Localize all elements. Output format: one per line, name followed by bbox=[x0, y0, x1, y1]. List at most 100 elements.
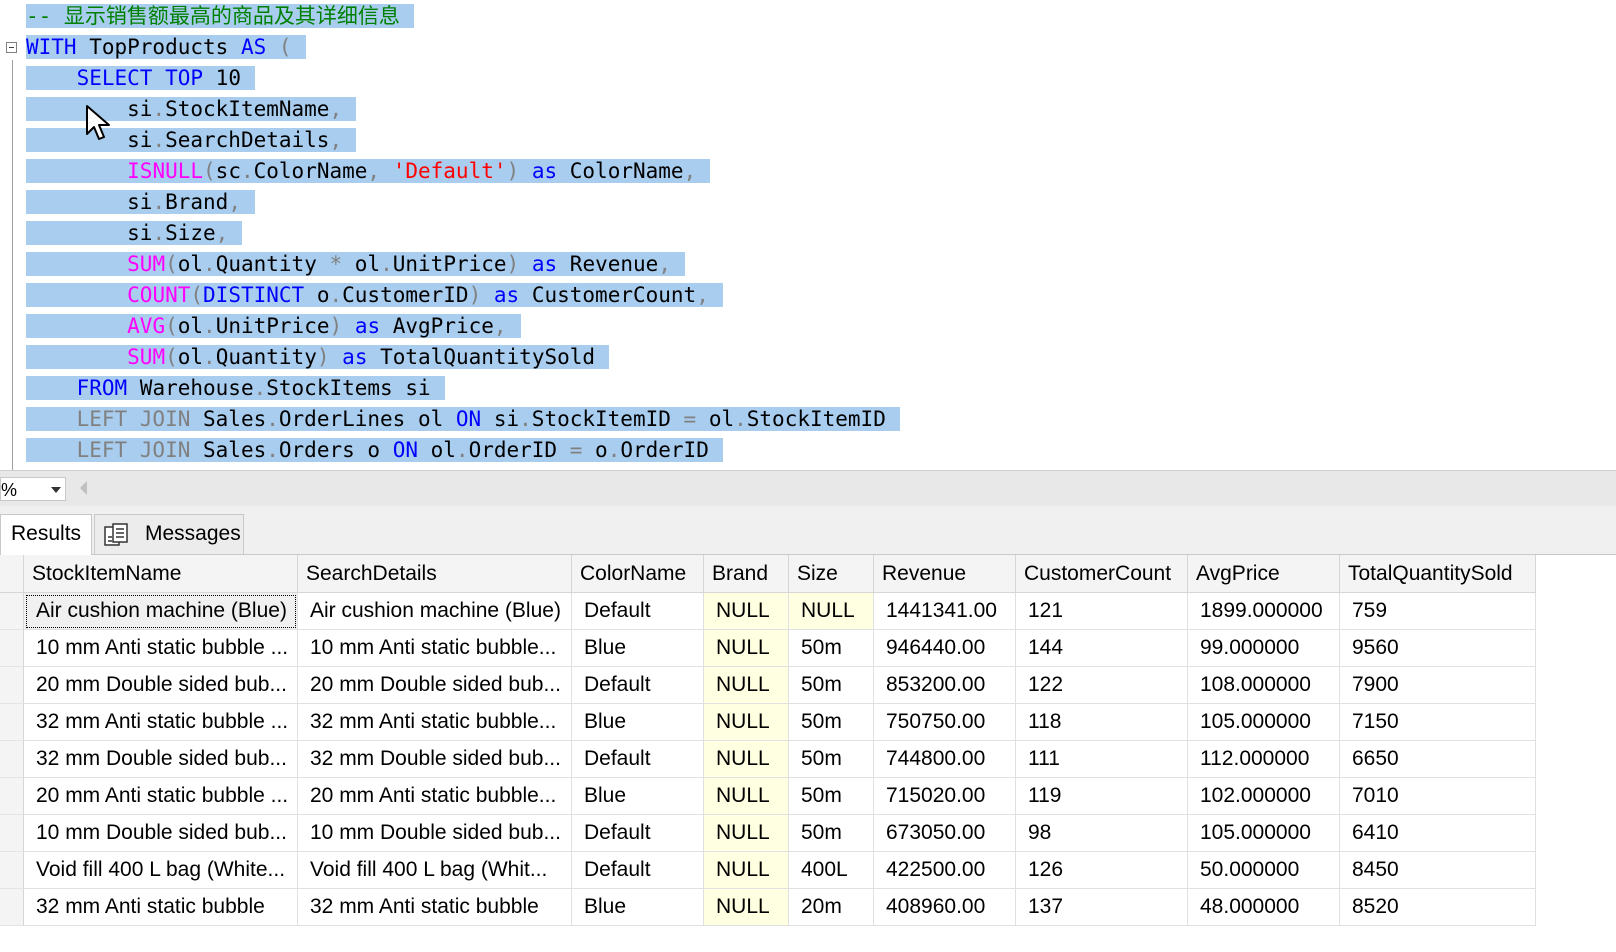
grid-cell[interactable]: 20 mm Double sided bub... bbox=[24, 667, 298, 704]
grid-cell[interactable]: 105.000000 bbox=[1188, 704, 1340, 741]
grid-cell[interactable]: 20 mm Double sided bub... bbox=[298, 667, 572, 704]
grid-cell[interactable]: Default bbox=[572, 593, 704, 630]
grid-cell[interactable]: 50.000000 bbox=[1188, 852, 1340, 889]
grid-cell[interactable]: 853200.00 bbox=[874, 667, 1016, 704]
grid-cell[interactable]: 50m bbox=[789, 815, 874, 852]
column-header[interactable]: ColorName bbox=[572, 555, 704, 593]
row-header[interactable] bbox=[0, 667, 24, 704]
code-line[interactable]: SUM(ol.Quantity * ol.UnitPrice) as Reven… bbox=[26, 251, 685, 277]
grid-cell[interactable]: 10 mm Double sided bub... bbox=[298, 815, 572, 852]
grid-cell[interactable]: 32 mm Anti static bubble bbox=[298, 889, 572, 926]
column-header[interactable]: Revenue bbox=[874, 555, 1016, 593]
grid-cell[interactable]: 112.000000 bbox=[1188, 741, 1340, 778]
grid-cell[interactable]: 121 bbox=[1016, 593, 1188, 630]
grid-cell[interactable]: Default bbox=[572, 852, 704, 889]
grid-cell[interactable]: NULL bbox=[704, 741, 789, 778]
grid-cell[interactable]: NULL bbox=[704, 593, 789, 630]
grid-cell[interactable]: 20 mm Anti static bubble... bbox=[298, 778, 572, 815]
grid-cell[interactable]: Blue bbox=[572, 778, 704, 815]
grid-cell[interactable]: 122 bbox=[1016, 667, 1188, 704]
row-header[interactable] bbox=[0, 630, 24, 667]
grid-cell[interactable]: 50m bbox=[789, 704, 874, 741]
grid-cell[interactable]: 50m bbox=[789, 667, 874, 704]
code-line[interactable]: SUM(ol.Quantity) as TotalQuantitySold bbox=[26, 344, 610, 370]
grid-cell[interactable]: 105.000000 bbox=[1188, 815, 1340, 852]
code-line[interactable]: si.StockItemName, bbox=[26, 96, 357, 122]
grid-cell[interactable]: 50m bbox=[789, 778, 874, 815]
column-header[interactable]: CustomerCount bbox=[1016, 555, 1188, 593]
code-line[interactable]: -- 显示销售额最高的商品及其详细信息 bbox=[26, 3, 414, 29]
grid-cell[interactable]: 32 mm Double sided bub... bbox=[24, 741, 298, 778]
grid-cell[interactable]: NULL bbox=[704, 852, 789, 889]
grid-cell[interactable]: 715020.00 bbox=[874, 778, 1016, 815]
grid-cell[interactable]: Air cushion machine (Blue) bbox=[298, 593, 572, 630]
column-header[interactable]: Size bbox=[789, 555, 874, 593]
row-header[interactable] bbox=[0, 815, 24, 852]
grid-cell[interactable]: 32 mm Double sided bub... bbox=[298, 741, 572, 778]
code-line[interactable]: si.Size, bbox=[26, 220, 243, 246]
code-line[interactable]: si.Brand, bbox=[26, 189, 255, 215]
grid-cell[interactable]: 8520 bbox=[1340, 889, 1536, 926]
grid-cell[interactable]: 1899.000000 bbox=[1188, 593, 1340, 630]
grid-cell[interactable]: 111 bbox=[1016, 741, 1188, 778]
grid-cell[interactable]: Default bbox=[572, 667, 704, 704]
grid-cell[interactable]: 6650 bbox=[1340, 741, 1536, 778]
code-line[interactable]: COUNT(DISTINCT o.CustomerID) as Customer… bbox=[26, 282, 723, 308]
grid-cell[interactable]: 126 bbox=[1016, 852, 1188, 889]
grid-cell[interactable]: 32 mm Anti static bubble... bbox=[298, 704, 572, 741]
grid-corner[interactable] bbox=[0, 555, 24, 593]
grid-cell[interactable]: 50m bbox=[789, 630, 874, 667]
grid-cell[interactable]: NULL bbox=[704, 815, 789, 852]
row-header[interactable] bbox=[0, 852, 24, 889]
grid-cell[interactable]: 48.000000 bbox=[1188, 889, 1340, 926]
grid-cell[interactable]: NULL bbox=[704, 667, 789, 704]
grid-cell[interactable]: Default bbox=[572, 815, 704, 852]
grid-cell[interactable]: Air cushion machine (Blue) bbox=[24, 593, 298, 630]
grid-cell[interactable]: 408960.00 bbox=[874, 889, 1016, 926]
grid-cell[interactable]: 32 mm Anti static bubble bbox=[24, 889, 298, 926]
grid-cell[interactable]: 20 mm Anti static bubble ... bbox=[24, 778, 298, 815]
grid-cell[interactable]: 744800.00 bbox=[874, 741, 1016, 778]
tab-messages[interactable]: Messages bbox=[94, 514, 244, 554]
grid-cell[interactable]: Blue bbox=[572, 889, 704, 926]
grid-cell[interactable]: 98 bbox=[1016, 815, 1188, 852]
grid-cell[interactable]: NULL bbox=[789, 593, 874, 630]
grid-cell[interactable]: 1441341.00 bbox=[874, 593, 1016, 630]
grid-cell[interactable]: 32 mm Anti static bubble ... bbox=[24, 704, 298, 741]
row-header[interactable] bbox=[0, 889, 24, 926]
column-header[interactable]: AvgPrice bbox=[1188, 555, 1340, 593]
code-line[interactable]: SELECT TOP 10 bbox=[26, 65, 255, 91]
grid-cell[interactable]: 759 bbox=[1340, 593, 1536, 630]
grid-cell[interactable]: Void fill 400 L bag (Whit... bbox=[298, 852, 572, 889]
row-header[interactable] bbox=[0, 778, 24, 815]
grid-cell[interactable]: 422500.00 bbox=[874, 852, 1016, 889]
grid-cell[interactable]: 108.000000 bbox=[1188, 667, 1340, 704]
code-line[interactable]: si.SearchDetails, bbox=[26, 127, 357, 153]
grid-cell[interactable]: NULL bbox=[704, 778, 789, 815]
grid-cell[interactable]: 99.000000 bbox=[1188, 630, 1340, 667]
scroll-left-arrow-icon[interactable] bbox=[80, 481, 87, 495]
grid-cell[interactable]: Default bbox=[572, 741, 704, 778]
row-header[interactable] bbox=[0, 741, 24, 778]
results-grid[interactable]: StockItemName SearchDetails ColorName Brand… bbox=[0, 555, 1616, 952]
collapse-toggle-icon[interactable] bbox=[6, 42, 17, 53]
column-header[interactable]: Brand bbox=[704, 555, 789, 593]
grid-cell[interactable]: 7010 bbox=[1340, 778, 1536, 815]
grid-cell[interactable]: 7150 bbox=[1340, 704, 1536, 741]
grid-cell[interactable]: 6410 bbox=[1340, 815, 1536, 852]
code-line[interactable]: LEFT JOIN Sales.Orders o ON ol.OrderID =… bbox=[26, 437, 723, 463]
grid-cell[interactable]: 946440.00 bbox=[874, 630, 1016, 667]
grid-cell[interactable]: NULL bbox=[704, 704, 789, 741]
tab-results[interactable]: Results bbox=[0, 514, 92, 555]
grid-cell[interactable]: Blue bbox=[572, 704, 704, 741]
grid-cell[interactable]: 10 mm Anti static bubble... bbox=[298, 630, 572, 667]
zoom-dropdown[interactable]: % bbox=[0, 477, 66, 501]
row-header[interactable] bbox=[0, 593, 24, 630]
column-header[interactable]: StockItemName bbox=[24, 555, 298, 593]
column-header[interactable]: TotalQuantitySold bbox=[1340, 555, 1536, 593]
grid-cell[interactable]: Blue bbox=[572, 630, 704, 667]
grid-cell[interactable]: NULL bbox=[704, 889, 789, 926]
grid-cell[interactable]: 10 mm Double sided bub... bbox=[24, 815, 298, 852]
grid-cell[interactable]: 20m bbox=[789, 889, 874, 926]
sql-editor[interactable]: -- 显示销售额最高的商品及其详细信息 WITH TopProducts AS (… bbox=[0, 0, 1616, 484]
